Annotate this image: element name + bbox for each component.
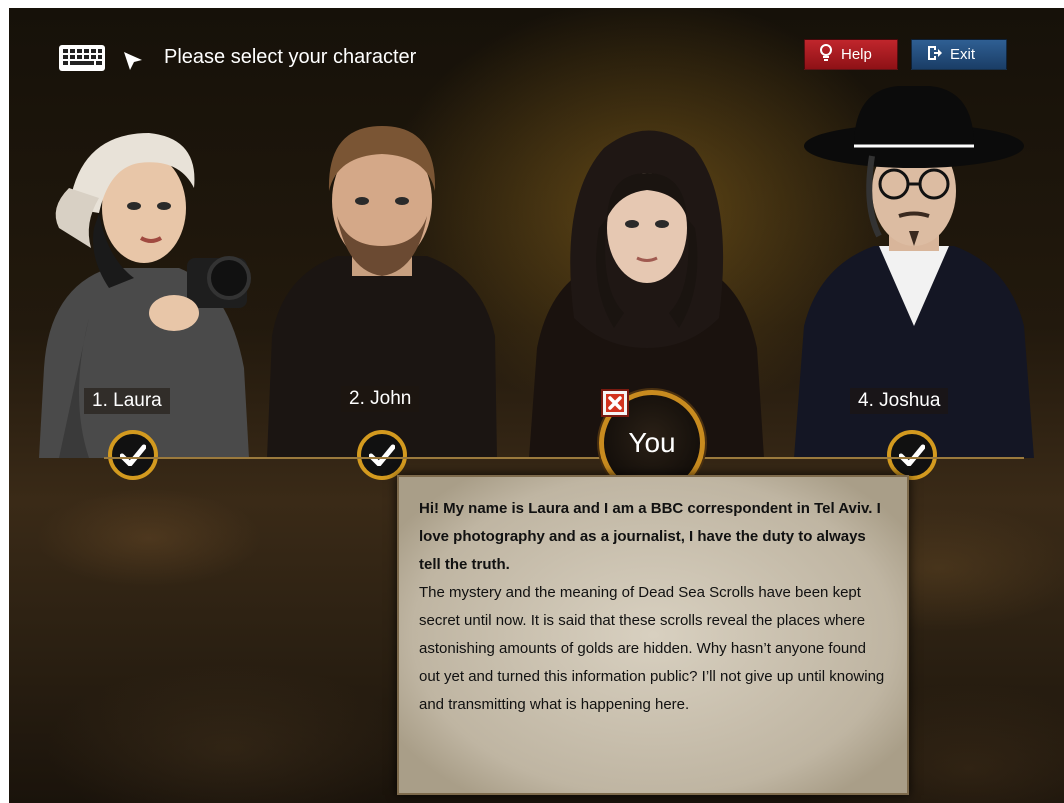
character-joshua[interactable]: 4. Joshua <box>794 86 1034 458</box>
select-laura-button[interactable] <box>108 430 158 480</box>
page-title: Please select your character <box>164 46 417 68</box>
exit-icon <box>926 45 942 65</box>
exit-label: Exit <box>950 46 976 63</box>
character-name: 1. Laura <box>84 388 170 414</box>
help-label: Help <box>841 46 872 63</box>
checkmark-icon <box>120 444 146 466</box>
select-joshua-button[interactable] <box>887 430 937 480</box>
divider-line <box>104 457 1024 459</box>
character-laura[interactable]: 1. Laura <box>29 118 259 458</box>
cursor-icon <box>122 50 144 72</box>
deselect-button[interactable] <box>601 389 629 417</box>
checkmark-icon <box>369 444 395 466</box>
bio-intro: Hi! My name is Laura and I am a BBC corr… <box>419 500 881 573</box>
character-name: 4. Joshua <box>850 388 949 414</box>
exit-button[interactable]: Exit <box>911 39 1007 70</box>
select-john-button[interactable] <box>357 430 407 480</box>
checkmark-icon <box>899 444 925 466</box>
lightbulb-icon <box>819 43 833 66</box>
bio-story: The mystery and the meaning of Dead Sea … <box>419 584 885 713</box>
close-icon <box>606 394 624 412</box>
character-bio-panel: Hi! My name is Laura and I am a BBC corr… <box>397 475 909 795</box>
help-button[interactable]: Help <box>804 39 898 70</box>
character-name: 2. John <box>341 386 420 412</box>
game-screen: Please select your character Help Exit 1 <box>9 8 1064 803</box>
keyboard-icon[interactable] <box>58 44 106 72</box>
character-john[interactable]: 2. John <box>267 116 497 458</box>
